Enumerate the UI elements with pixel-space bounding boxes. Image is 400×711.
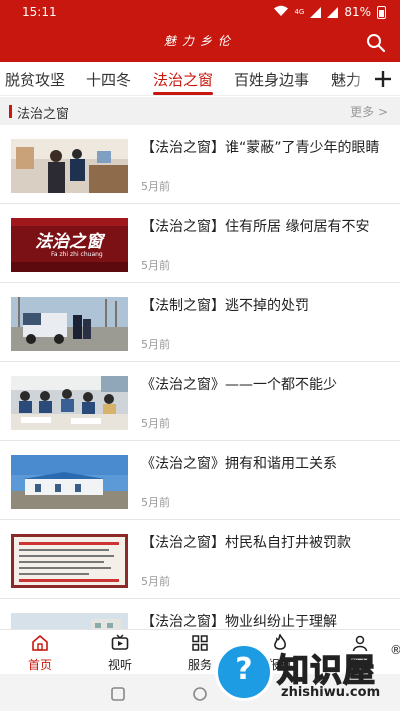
news-title: 【法治之窗】村民私自打井被罚款 — [141, 535, 351, 551]
tab-fourteenth-winter[interactable]: 十四冬 — [86, 69, 131, 90]
recent-apps-button[interactable] — [111, 686, 125, 705]
news-time: 5月前 — [141, 180, 170, 193]
nav-video-label: 视听 — [107, 658, 132, 672]
news-item[interactable]: 《法治之窗》——一个都不能少 5月前 — [0, 362, 400, 441]
news-title: 《法治之窗》——一个都不能少 — [141, 377, 337, 393]
thumb-logo-subtext: Fa zhi zhi chuang — [51, 251, 103, 258]
search-icon — [367, 34, 386, 53]
grid-icon — [192, 635, 208, 651]
tabs-fade — [350, 62, 372, 95]
nav-video[interactable]: 视听 — [85, 634, 155, 673]
wifi-icon — [274, 5, 289, 19]
news-item[interactable]: 法治之窗 Fa zhi zhi chuang 【法治之窗】住有所居 缘何居有不安… — [0, 204, 400, 283]
network-type: 4G — [294, 7, 305, 16]
signal-icon — [310, 6, 322, 18]
status-indicators: 4G 81% — [274, 5, 386, 19]
battery-icon — [377, 5, 386, 19]
watermark-logo-icon: ? — [215, 643, 273, 701]
search-button[interactable] — [364, 31, 388, 55]
section-header: 法治之窗 更多 > — [0, 97, 400, 125]
nav-service-label: 服务 — [187, 658, 212, 672]
news-item[interactable]: 【法制之窗】逃不掉的处罚 5月前 — [0, 283, 400, 362]
news-title: 【法治之窗】谁“蒙蔽”了青少年的眼睛 — [141, 140, 380, 156]
news-title: 【法治之窗】住有所居 缘何居有不安 — [141, 219, 370, 235]
plus-icon — [375, 71, 391, 87]
news-time: 5月前 — [141, 338, 170, 351]
news-thumbnail — [11, 455, 128, 509]
circle-icon — [193, 687, 207, 701]
news-thumbnail — [11, 139, 128, 193]
section-marker — [9, 105, 12, 118]
app-header: 魅力乡伦 — [0, 24, 400, 62]
news-item[interactable]: 【法治之窗】村民私自打井被罚款 5月前 — [0, 520, 400, 599]
add-channel-button[interactable] — [372, 65, 394, 93]
watermark-url: zhishiwu.com — [281, 685, 381, 700]
tab-poverty[interactable]: 脱贫攻坚 — [5, 69, 65, 90]
section-title: 法治之窗 — [17, 107, 70, 122]
news-title: 【法制之窗】逃不掉的处罚 — [141, 298, 309, 314]
square-icon — [111, 687, 125, 701]
app-title: 魅力乡伦 — [163, 34, 236, 48]
news-time: 5月前 — [141, 575, 170, 588]
news-thumbnail — [11, 534, 128, 588]
home-system-button[interactable] — [193, 686, 207, 705]
news-item[interactable]: 《法治之窗》拥有和谐用工关系 5月前 — [0, 441, 400, 520]
tv-icon — [111, 634, 129, 650]
watermark-registered: ® — [390, 643, 400, 657]
status-time: 15:11 — [22, 5, 57, 19]
news-title: 《法治之窗》拥有和谐用工关系 — [141, 456, 337, 472]
news-time: 5月前 — [141, 417, 170, 430]
news-item[interactable]: 【法治之窗】谁“蒙蔽”了青少年的眼睛 5月前 — [0, 125, 400, 204]
status-bar: 15:11 4G 81% — [0, 0, 400, 24]
signal-icon-2 — [327, 6, 339, 18]
nav-home-label: 首页 — [27, 658, 52, 672]
more-link[interactable]: 更多 > — [350, 103, 388, 120]
category-tabs: 脱贫攻坚 十四冬 法治之窗 百姓身边事 魅力 — [0, 62, 400, 96]
site-watermark: ? 知识屋 ® zhishiwu.com — [215, 643, 400, 703]
active-tab-indicator — [153, 92, 213, 95]
news-thumbnail — [11, 297, 128, 351]
thumb-logo-text: 法治之窗 — [35, 232, 103, 252]
tab-local-news[interactable]: 百姓身边事 — [234, 69, 309, 90]
watermark-question-mark: ? — [235, 652, 253, 687]
news-time: 5月前 — [141, 496, 170, 509]
battery-percent: 81% — [344, 5, 371, 19]
nav-home[interactable]: 首页 — [5, 634, 75, 673]
tab-legal-window[interactable]: 法治之窗 — [153, 69, 213, 90]
home-icon — [32, 634, 48, 651]
news-thumbnail — [11, 376, 128, 430]
news-thumbnail: 法治之窗 Fa zhi zhi chuang — [11, 218, 128, 272]
news-time: 5月前 — [141, 259, 170, 272]
